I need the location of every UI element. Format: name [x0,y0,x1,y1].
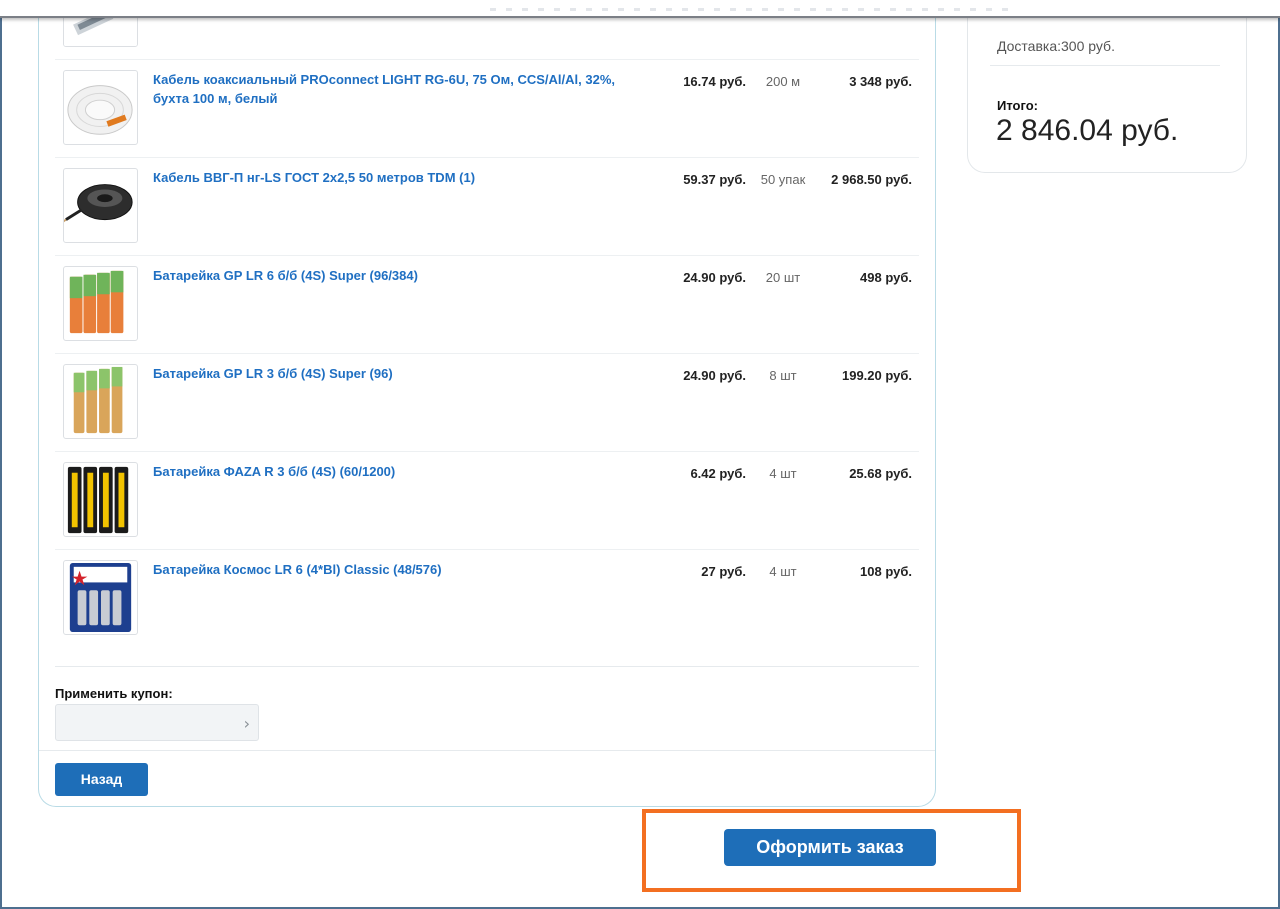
coupon-input[interactable] [56,705,226,740]
battery-gp-aa-icon[interactable] [63,266,138,341]
cart-row: Батарейка GP LR 6 б/б (4S) Super (96/384… [55,256,919,354]
product-name-link[interactable]: Батарейка Космос LR 6 (4*Bl) Classic (48… [153,560,653,579]
product-sum: 2 968.50 руб. [831,172,912,187]
chevron-right-icon[interactable]: › [244,714,250,733]
delivery-cost: Доставка:300 руб. [997,38,1115,54]
product-price: 16.74 руб. [683,74,746,89]
product-price: 27 руб. [701,564,746,579]
cart-panel: Кабель коаксиальный PROconnect LIGHT RG-… [38,0,936,807]
back-button[interactable]: Назад [55,763,148,796]
cart-row: Батарейка Космос LR 6 (4*Bl) Classic (48… [55,550,919,648]
cart-row: Батарейка ФАZA R 3 б/б (4S) (60/1200) 6.… [55,452,919,550]
summary-divider [990,65,1220,66]
product-name-link[interactable]: Кабель коаксиальный PROconnect LIGHT RG-… [153,70,653,108]
battery-kosmos-icon[interactable] [63,560,138,635]
product-name-link[interactable]: Батарейка GP LR 6 б/б (4S) Super (96/384… [153,266,653,285]
product-sum: 25.68 руб. [849,466,912,481]
product-sum: 3 348 руб. [849,74,912,89]
battery-faza-icon[interactable] [63,462,138,537]
product-quantity: 8 шт [769,368,797,383]
product-sum: 498 руб. [860,270,912,285]
black-cable-coil-icon[interactable] [63,168,138,243]
top-toolbar-strip [0,0,1280,18]
product-sum: 108 руб. [860,564,912,579]
white-cable-coil-icon[interactable] [63,70,138,145]
product-quantity: 4 шт [769,466,797,481]
checkout-button[interactable]: Оформить заказ [724,829,936,866]
cart-row: Батарейка GP LR 3 б/б (4S) Super (96) 24… [55,354,919,452]
total-value: 2 846.04 руб. [996,114,1179,147]
product-sum: 199.20 руб. [841,368,912,383]
product-quantity: 200 м [765,74,801,89]
product-name-link[interactable]: Батарейка ФАZA R 3 б/б (4S) (60/1200) [153,462,653,481]
order-summary-card: Доставка:300 руб. Итого: 2 846.04 руб. [967,0,1247,173]
total-label: Итого: [997,98,1038,113]
cart-row: Кабель ВВГ-П нг-LS ГОСТ 2х2,5 50 метров … [55,158,919,256]
product-quantity: 20 шт [765,270,801,285]
product-name-link[interactable]: Кабель ВВГ-П нг-LS ГОСТ 2х2,5 50 метров … [153,168,653,187]
product-quantity: 4 шт [769,564,797,579]
product-price: 24.90 руб. [683,368,746,383]
items-divider [55,666,919,667]
product-price: 6.42 руб. [690,466,746,481]
coupon-field[interactable]: › [55,704,259,741]
product-price: 59.37 руб. [683,172,746,187]
cart-row: Кабель коаксиальный PROconnect LIGHT RG-… [55,60,919,158]
battery-gp-aaa-icon[interactable] [63,364,138,439]
product-name-link[interactable]: Батарейка GP LR 3 б/б (4S) Super (96) [153,364,653,383]
product-price: 24.90 руб. [683,270,746,285]
coupon-label: Применить купон: [55,686,173,701]
product-quantity: 50 упак [760,172,806,187]
coupon-divider [39,750,935,751]
